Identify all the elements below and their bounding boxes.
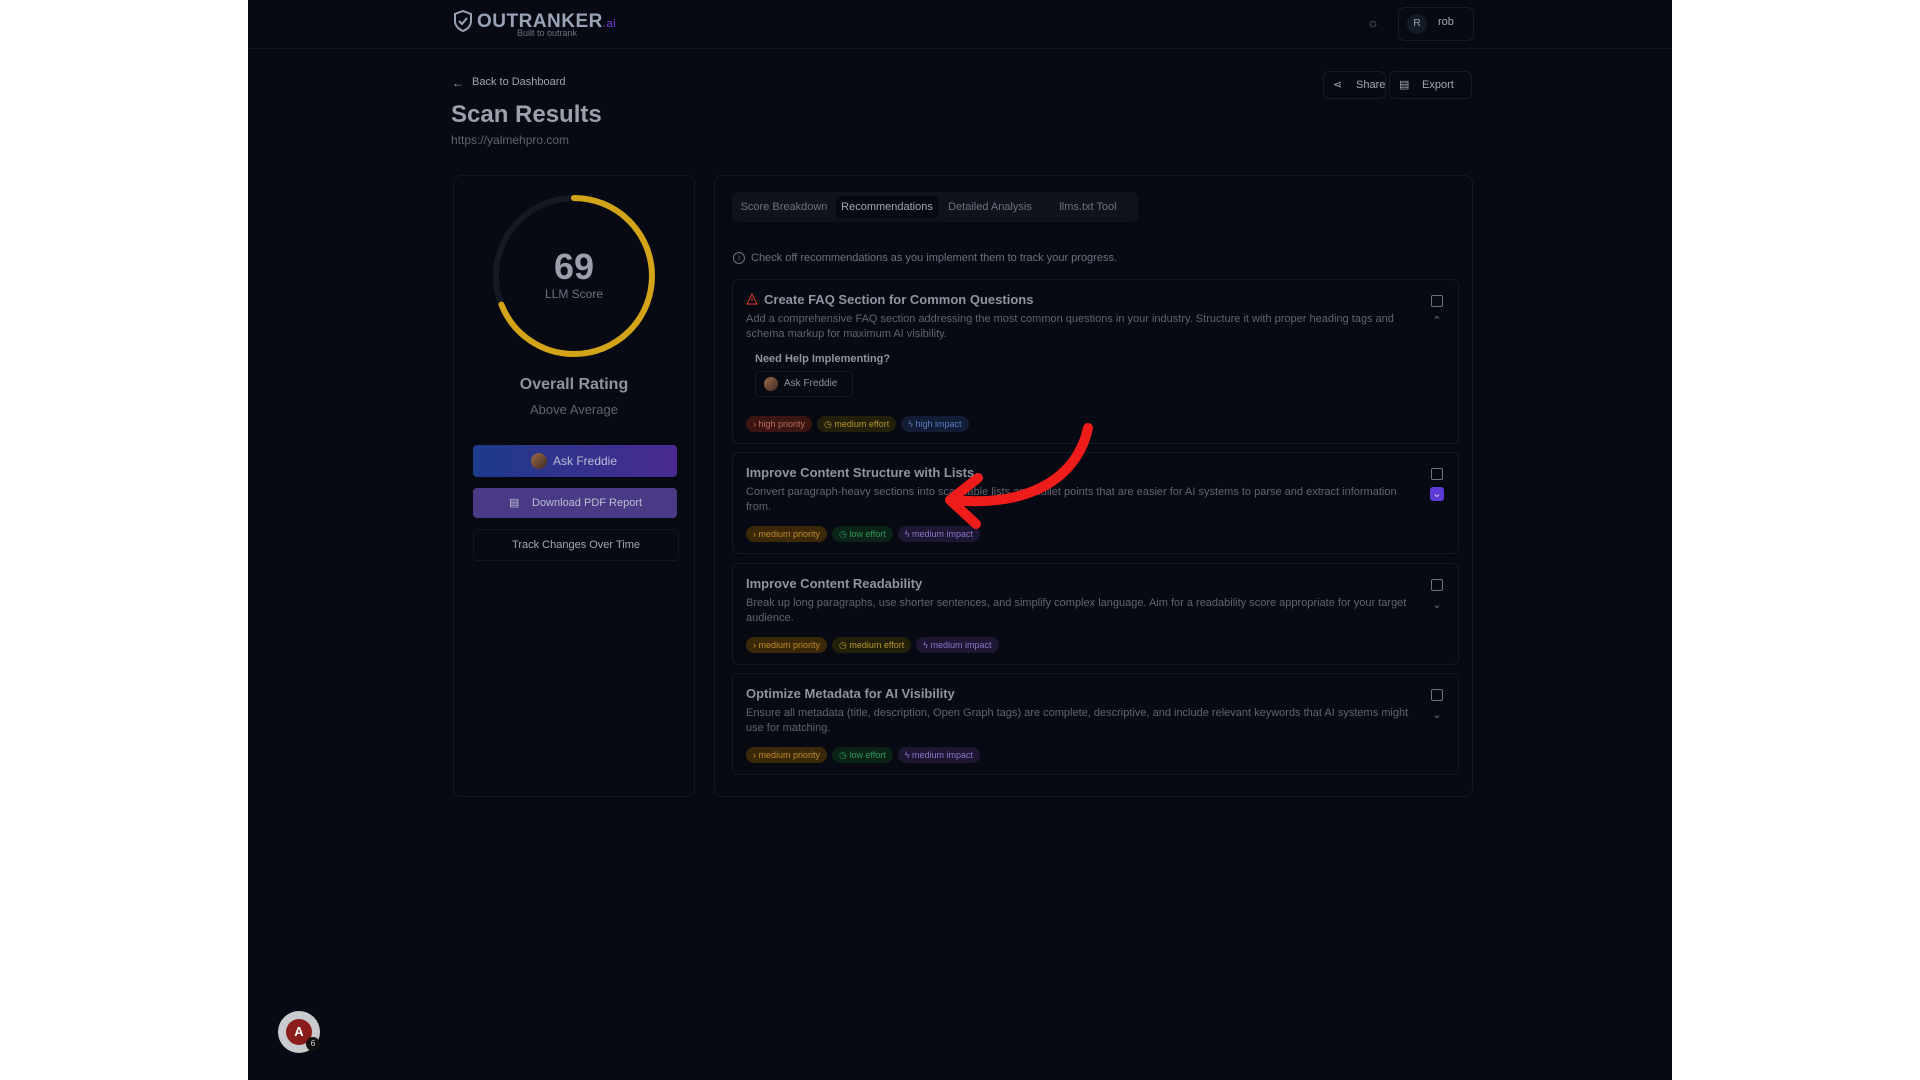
track-changes-button[interactable]: Track Changes Over Time bbox=[473, 529, 679, 561]
recommendation-card: Improve Content Structure with Lists ⌄ C… bbox=[732, 452, 1459, 554]
tab-llms-txt-tool[interactable]: llms.txt Tool bbox=[1042, 196, 1134, 218]
notification-count-badge: 6 bbox=[306, 1037, 320, 1051]
ask-freddie-inline-label: Ask Freddie bbox=[784, 378, 838, 389]
chevron-up-icon[interactable]: ⌃ bbox=[1430, 314, 1444, 328]
recommendation-card: Create FAQ Section for Common Questions … bbox=[732, 279, 1459, 444]
floating-assistant-button[interactable]: A 6 bbox=[278, 1011, 320, 1053]
download-pdf-label: Download PDF Report bbox=[532, 497, 643, 509]
ask-freddie-label: Ask Freddie bbox=[553, 454, 618, 468]
effort-badge: ◷ low effort bbox=[832, 526, 893, 542]
ask-freddie-button[interactable]: Ask Freddie bbox=[473, 445, 677, 477]
arrow-left-icon: ← bbox=[452, 76, 464, 90]
score-value: 69 bbox=[553, 246, 595, 287]
recommendation-card: Optimize Metadata for AI Visibility ⌄ En… bbox=[732, 673, 1459, 775]
page-title: Scan Results bbox=[451, 101, 602, 128]
effort-badge: ◷ low effort bbox=[832, 747, 893, 763]
export-button[interactable]: ▤ Export bbox=[1389, 71, 1472, 99]
shield-logo-icon bbox=[454, 10, 472, 32]
results-tabs: Score Breakdown Recommendations Detailed… bbox=[732, 192, 1138, 222]
impact-badge: ϟ high impact bbox=[901, 416, 969, 432]
recommendation-checkbox[interactable] bbox=[1431, 579, 1443, 591]
priority-badge: › medium priority bbox=[746, 526, 828, 542]
share-icon: ⋖ bbox=[1333, 79, 1343, 91]
score-card: 69 LLM Score Overall Rating Above Averag… bbox=[453, 175, 695, 797]
freddie-avatar-icon bbox=[764, 377, 778, 391]
impact-badge: ϟ medium impact bbox=[916, 637, 999, 653]
download-pdf-button[interactable]: ▤ Download PDF Report bbox=[473, 488, 677, 518]
effort-badge: ◷ medium effort bbox=[817, 416, 897, 432]
priority-badge: › medium priority bbox=[746, 747, 828, 763]
help-title: Need Help Implementing? bbox=[755, 353, 891, 365]
chevron-down-icon[interactable]: ⌄ bbox=[1430, 598, 1444, 612]
user-menu-button[interactable]: R rob bbox=[1398, 7, 1474, 41]
file-icon: ▤ bbox=[509, 497, 520, 509]
export-label: Export bbox=[1422, 79, 1454, 91]
overall-rating-value: Above Average bbox=[530, 402, 618, 417]
sun-icon: ☼ bbox=[1367, 15, 1379, 30]
recommendation-title: Optimize Metadata for AI Visibility bbox=[746, 686, 955, 701]
tab-recommendations[interactable]: Recommendations bbox=[836, 196, 938, 218]
brand-suffix: .ai bbox=[602, 18, 617, 30]
impact-badge: ϟ medium impact bbox=[897, 526, 981, 542]
recommendation-description: Break up long paragraphs, use shorter se… bbox=[746, 597, 1407, 624]
recommendation-checkbox[interactable] bbox=[1431, 468, 1443, 480]
impact-badge: ϟ medium impact bbox=[897, 747, 981, 763]
recommendation-tags: › medium priority ◷ medium effort ϟ medium… bbox=[746, 635, 1004, 653]
effort-badge: ◷ medium effort bbox=[832, 637, 912, 653]
recommendation-title: Create FAQ Section for Common Questions bbox=[764, 292, 1034, 307]
recommendation-tags: › medium priority ◷ low effort ϟ medium im… bbox=[746, 524, 985, 542]
scanned-url: https://yalmehpro.com bbox=[451, 133, 570, 147]
recommendation-checkbox[interactable] bbox=[1431, 295, 1443, 307]
ask-freddie-inline-button[interactable]: Ask Freddie bbox=[755, 371, 853, 397]
warning-triangle-icon bbox=[746, 293, 758, 305]
chevron-down-icon[interactable]: ⌄ bbox=[1430, 708, 1444, 722]
recommendation-title: Improve Content Structure with Lists bbox=[746, 465, 975, 480]
overall-rating-title: Overall Rating bbox=[519, 376, 629, 393]
user-avatar: R bbox=[1407, 14, 1427, 34]
info-icon: i bbox=[733, 252, 745, 264]
recommendation-title: Improve Content Readability bbox=[746, 576, 923, 591]
recommendations-panel: Score Breakdown Recommendations Detailed… bbox=[714, 175, 1473, 797]
info-text: Check off recommendations as you impleme… bbox=[751, 252, 1118, 264]
app-window: OUTRANKER.ai Built to outrank ☼ R rob ← … bbox=[248, 0, 1672, 1080]
top-navigation-bar: OUTRANKER.ai Built to outrank ☼ R rob bbox=[248, 0, 1672, 49]
recommendation-checkbox[interactable] bbox=[1431, 689, 1443, 701]
priority-badge: › medium priority bbox=[746, 637, 828, 653]
chevron-down-icon[interactable]: ⌄ bbox=[1430, 487, 1444, 501]
back-link-label: Back to Dashboard bbox=[472, 76, 566, 88]
recommendation-description: Add a comprehensive FAQ section addressi… bbox=[746, 313, 1394, 340]
share-button[interactable]: ⋖ Share bbox=[1323, 71, 1386, 99]
recommendation-card: Improve Content Readability ⌄ Break up l… bbox=[732, 563, 1459, 665]
tab-detailed-analysis[interactable]: Detailed Analysis bbox=[942, 196, 1038, 218]
recommendation-description: Convert paragraph-heavy sections into sc… bbox=[746, 486, 1397, 513]
share-label: Share bbox=[1356, 79, 1386, 91]
user-name: rob bbox=[1438, 16, 1454, 28]
recommendation-description: Ensure all metadata (title, description,… bbox=[746, 707, 1409, 734]
recommendation-tags: › high priority ◷ medium effort ϟ high imp… bbox=[746, 414, 974, 432]
recommendation-tags: › medium priority ◷ low effort ϟ medium im… bbox=[746, 745, 985, 763]
priority-badge: › high priority bbox=[746, 416, 813, 432]
score-label: LLM Score bbox=[544, 287, 604, 301]
theme-toggle-button[interactable]: ☼ bbox=[1365, 15, 1381, 31]
freddie-avatar-icon bbox=[531, 453, 547, 469]
brand-tagline: Built to outrank bbox=[517, 28, 578, 38]
document-icon: ▤ bbox=[1399, 79, 1410, 91]
tab-score-breakdown[interactable]: Score Breakdown bbox=[736, 196, 832, 218]
